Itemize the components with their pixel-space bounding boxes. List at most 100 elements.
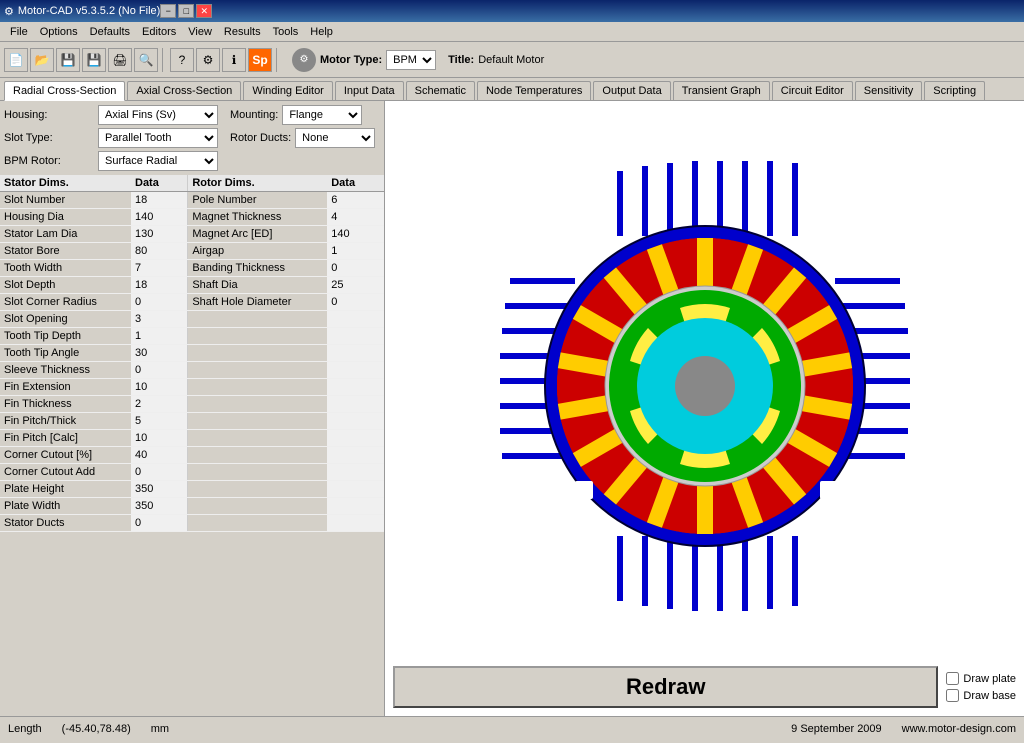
stator-dim-value[interactable]: 0 [131,362,188,379]
save-button[interactable]: 💾 [56,48,80,72]
rotor-dim-value[interactable] [327,379,384,396]
stator-dim-value[interactable]: 3 [131,311,188,328]
motor-visualization [389,105,1020,666]
tab-input-data[interactable]: Input Data [335,81,404,100]
tab-schematic[interactable]: Schematic [406,81,475,100]
menu-results[interactable]: Results [218,24,267,40]
table-row: Fin Thickness2 [0,396,384,413]
rotor-dim-value[interactable] [327,396,384,413]
stator-dim-value[interactable]: 7 [131,260,188,277]
rotor-dim-value[interactable] [327,413,384,430]
menu-editors[interactable]: Editors [136,24,182,40]
redraw-button[interactable]: Redraw [393,666,938,708]
rotor-dim-value[interactable] [327,311,384,328]
tab-node-temperatures[interactable]: Node Temperatures [477,81,591,100]
stator-dim-value[interactable]: 2 [131,396,188,413]
stator-dim-value[interactable]: 40 [131,447,188,464]
rotor-dim-name [188,498,327,515]
bpm-rotor-select[interactable]: Surface Radial Interior Radial [98,151,218,171]
rotor-dim-value[interactable]: 6 [327,192,384,209]
draw-base-checkbox[interactable] [946,689,959,702]
housing-select[interactable]: Axial Fins (Sv) None Water Jacket [98,105,218,125]
settings-button[interactable]: ⚙ [196,48,220,72]
menu-defaults[interactable]: Defaults [84,24,136,40]
stator-dim-value[interactable]: 350 [131,481,188,498]
stator-dim-value[interactable]: 18 [131,192,188,209]
tab-circuit-editor[interactable]: Circuit Editor [772,81,853,100]
rotor-ducts-select[interactable]: None Circular Rectangular [295,128,375,148]
minimize-button[interactable]: − [160,4,176,18]
separator1 [162,48,166,72]
rotor-dim-value[interactable]: 25 [327,277,384,294]
rotor-dim-value[interactable]: 0 [327,260,384,277]
maximize-button[interactable]: □ [178,4,194,18]
save-as-button[interactable]: 💾 [82,48,106,72]
title-value: Default Motor [478,54,544,66]
stator-dim-value[interactable]: 30 [131,345,188,362]
close-button[interactable]: ✕ [196,4,212,18]
rotor-dim-name [188,379,327,396]
rotor-dim-name [188,430,327,447]
rotor-dim-value[interactable]: 1 [327,243,384,260]
rotor-dim-value[interactable]: 140 [327,226,384,243]
rotor-data-header: Data [327,175,384,192]
stator-dim-value[interactable]: 0 [131,294,188,311]
script-button[interactable]: Sp [248,48,272,72]
tab-scripting[interactable]: Scripting [924,81,985,100]
stator-dim-value[interactable]: 10 [131,430,188,447]
rotor-dim-value[interactable] [327,498,384,515]
stator-dim-value[interactable]: 10 [131,379,188,396]
stator-dim-value[interactable]: 80 [131,243,188,260]
tab-radial-cross-section[interactable]: Radial Cross-Section [4,81,125,101]
new-button[interactable]: 📄 [4,48,28,72]
menu-help[interactable]: Help [304,24,339,40]
tab-transient-graph[interactable]: Transient Graph [673,81,770,100]
date-section: 9 September 2009 [791,723,882,735]
statusbar: Length (-45.40,78.48) mm 9 September 200… [0,716,1024,740]
stator-dim-value[interactable]: 0 [131,515,188,532]
rotor-dim-value[interactable] [327,362,384,379]
table-header-row: Stator Dims. Data Rotor Dims. Data [0,175,384,192]
slot-type-select[interactable]: Parallel Tooth Parallel Slot Round [98,128,218,148]
stator-dim-value[interactable]: 0 [131,464,188,481]
tab-sensitivity[interactable]: Sensitivity [855,81,923,100]
rotor-dim-value[interactable] [327,515,384,532]
tab-output-data[interactable]: Output Data [593,81,670,100]
stator-dim-value[interactable]: 350 [131,498,188,515]
rotor-dim-value[interactable] [327,481,384,498]
rotor-dim-name [188,464,327,481]
rotor-dim-value[interactable]: 0 [327,294,384,311]
tab-winding-editor[interactable]: Winding Editor [243,81,333,100]
print-button[interactable]: 🖨 [108,48,132,72]
stator-dim-value[interactable]: 140 [131,209,188,226]
rotor-dim-value[interactable] [327,345,384,362]
stator-dim-name: Slot Number [0,192,131,209]
mounting-select[interactable]: Flange Foot [282,105,362,125]
stator-dim-value[interactable]: 18 [131,277,188,294]
draw-plate-checkbox[interactable] [946,672,959,685]
rotor-dim-value[interactable] [327,447,384,464]
rotor-dim-value[interactable] [327,328,384,345]
rotor-dim-value[interactable] [327,430,384,447]
rotor-dim-value[interactable]: 4 [327,209,384,226]
motor-type-select[interactable]: BPM [386,50,436,70]
preview-button[interactable]: 🔍 [134,48,158,72]
menu-view[interactable]: View [182,24,218,40]
open-button[interactable]: 📂 [30,48,54,72]
rotor-dim-name [188,515,327,532]
stator-dim-name: Slot Corner Radius [0,294,131,311]
rotor-dim-value[interactable] [327,464,384,481]
table-row: Slot Depth18Shaft Dia25 [0,277,384,294]
table-row: Slot Number18Pole Number6 [0,192,384,209]
menu-file[interactable]: File [4,24,34,40]
help-button[interactable]: ? [170,48,194,72]
info-button[interactable]: ℹ [222,48,246,72]
tabs: Radial Cross-Section Axial Cross-Section… [0,78,1024,101]
menu-tools[interactable]: Tools [267,24,305,40]
stator-dim-value[interactable]: 1 [131,328,188,345]
stator-dim-name: Stator Ducts [0,515,131,532]
tab-axial-cross-section[interactable]: Axial Cross-Section [127,81,241,100]
stator-dim-value[interactable]: 130 [131,226,188,243]
stator-dim-value[interactable]: 5 [131,413,188,430]
menu-options[interactable]: Options [34,24,84,40]
